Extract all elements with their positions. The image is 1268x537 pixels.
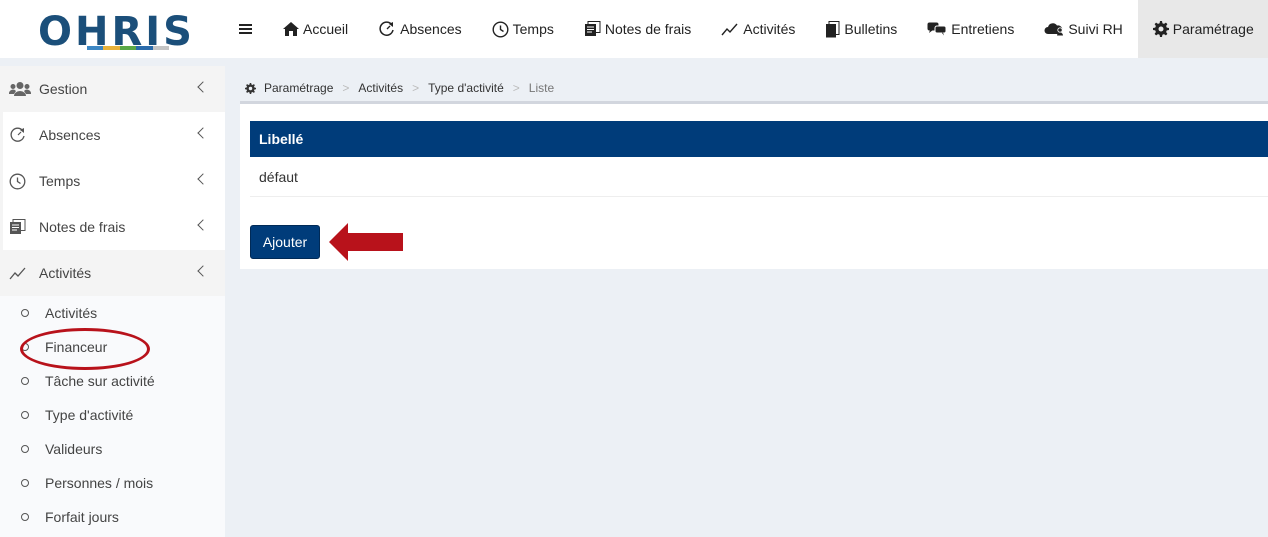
- nav-label: Paramétrage: [1172, 21, 1254, 37]
- sidebar-item-label: Absences: [39, 127, 101, 143]
- annotation-arrow-icon: [329, 223, 403, 261]
- nav-label: Suivi RH: [1068, 21, 1123, 37]
- table-header-libelle[interactable]: Libellé: [250, 121, 1268, 157]
- breadcrumb-separator: >: [342, 81, 350, 95]
- submenu-item-activites[interactable]: Activités: [0, 296, 225, 330]
- chevron-left-icon: [197, 127, 209, 139]
- breadcrumb-item-activites[interactable]: Activités: [358, 81, 403, 95]
- nav-suivi-rh[interactable]: Suivi RH: [1029, 0, 1137, 58]
- chart-line-icon: [721, 22, 739, 36]
- circle-icon: [21, 411, 29, 419]
- top-nav: Accueil Absences Temps Notes de frais Ac…: [268, 0, 1268, 58]
- nav-bulletins[interactable]: Bulletins: [810, 0, 912, 58]
- submenu-item-label: Valideurs: [45, 441, 103, 457]
- table-row[interactable]: défaut: [250, 157, 1268, 197]
- nav-parametrage[interactable]: Paramétrage: [1137, 0, 1268, 58]
- submenu-item-label: Personnes / mois: [45, 475, 154, 491]
- users-icon: [9, 81, 33, 97]
- breadcrumb: Paramétrage > Activités > Type d'activit…: [245, 80, 554, 96]
- nav-label: Temps: [512, 21, 554, 37]
- nav-label: Notes de frais: [604, 21, 692, 37]
- submenu-item-financeur[interactable]: Financeur: [0, 330, 225, 364]
- submenu-item-personnes-mois[interactable]: Personnes / mois: [0, 466, 225, 500]
- sidebar-item-temps[interactable]: Temps: [0, 158, 225, 204]
- nav-entretiens[interactable]: Entretiens: [912, 0, 1029, 58]
- sidebar: Gestion Absences Temps Notes de frais Ac…: [0, 66, 225, 537]
- breadcrumb-item-parametrage[interactable]: Paramétrage: [264, 81, 333, 95]
- sidebar-item-gestion[interactable]: Gestion: [0, 66, 225, 112]
- submenu-item-label: Forfait jours: [45, 509, 119, 525]
- nav-accueil[interactable]: Accueil: [268, 0, 363, 58]
- breadcrumb-separator: >: [512, 81, 520, 95]
- clock-icon: [9, 173, 33, 190]
- sidebar-item-label: Temps: [39, 173, 81, 189]
- clock-icon: [492, 20, 509, 38]
- sidebar-item-label: Activités: [39, 265, 92, 281]
- submenu-item-type-activite[interactable]: Type d'activité: [0, 398, 225, 432]
- nav-absences[interactable]: Absences: [363, 0, 476, 58]
- breadcrumb-item-current: Liste: [528, 81, 555, 95]
- logo-color-bar: [87, 46, 170, 50]
- circle-icon: [21, 513, 29, 521]
- nav-label: Absences: [400, 21, 462, 37]
- breadcrumb-separator: >: [412, 81, 420, 95]
- hamburger-icon[interactable]: [239, 24, 252, 34]
- receipt-icon: [584, 21, 601, 37]
- document-icon: [825, 20, 840, 38]
- nav-notes-de-frais[interactable]: Notes de frais: [569, 0, 706, 58]
- nav-activites[interactable]: Activités: [706, 0, 810, 58]
- nav-label: Activités: [743, 21, 796, 37]
- add-button[interactable]: Ajouter: [250, 225, 320, 259]
- cloud-user-icon: [1044, 22, 1064, 36]
- chart-line-icon: [9, 266, 33, 280]
- refresh-icon: [378, 21, 396, 37]
- submenu-item-valideurs[interactable]: Valideurs: [0, 432, 225, 466]
- home-icon: [283, 22, 299, 36]
- sidebar-item-label: Gestion: [39, 81, 88, 97]
- sidebar-item-activites[interactable]: Activités: [0, 250, 225, 296]
- nav-temps[interactable]: Temps: [477, 0, 569, 58]
- submenu-item-label: Financeur: [45, 339, 108, 355]
- nav-label: Accueil: [303, 21, 349, 37]
- breadcrumb-item-type-activite[interactable]: Type d'activité: [428, 81, 504, 95]
- submenu-item-forfait-jours[interactable]: Forfait jours: [0, 500, 225, 534]
- receipt-icon: [9, 219, 33, 235]
- refresh-icon: [9, 127, 33, 143]
- submenu-item-tache-sur-activite[interactable]: Tâche sur activité: [0, 364, 225, 398]
- sidebar-submenu-activites: Activités Financeur Tâche sur activité T…: [0, 296, 225, 537]
- circle-icon: [21, 479, 29, 487]
- ohris-logo[interactable]: OHRIS: [38, 12, 192, 52]
- circle-icon: [21, 377, 29, 385]
- chevron-left-icon: [197, 81, 209, 93]
- gear-icon: [1152, 21, 1169, 37]
- sidebar-item-absences[interactable]: Absences: [0, 112, 225, 158]
- chevron-left-icon: [197, 219, 209, 231]
- submenu-item-label: Tâche sur activité: [45, 373, 155, 389]
- chevron-left-icon: [197, 265, 209, 277]
- sidebar-item-notes-de-frais[interactable]: Notes de frais: [0, 204, 225, 250]
- chevron-left-icon: [197, 173, 209, 185]
- circle-icon: [21, 343, 29, 351]
- chat-icon: [927, 22, 947, 36]
- circle-icon: [21, 445, 29, 453]
- top-bar: OHRIS Accueil Absences Temps Notes de fr…: [0, 0, 1268, 58]
- nav-label: Entretiens: [951, 21, 1015, 37]
- gear-icon: [245, 82, 256, 94]
- submenu-item-label: Type d'activité: [45, 407, 134, 423]
- sidebar-item-label: Notes de frais: [39, 219, 126, 235]
- nav-label: Bulletins: [844, 21, 898, 37]
- submenu-item-label: Activités: [45, 305, 98, 321]
- circle-icon: [21, 309, 29, 317]
